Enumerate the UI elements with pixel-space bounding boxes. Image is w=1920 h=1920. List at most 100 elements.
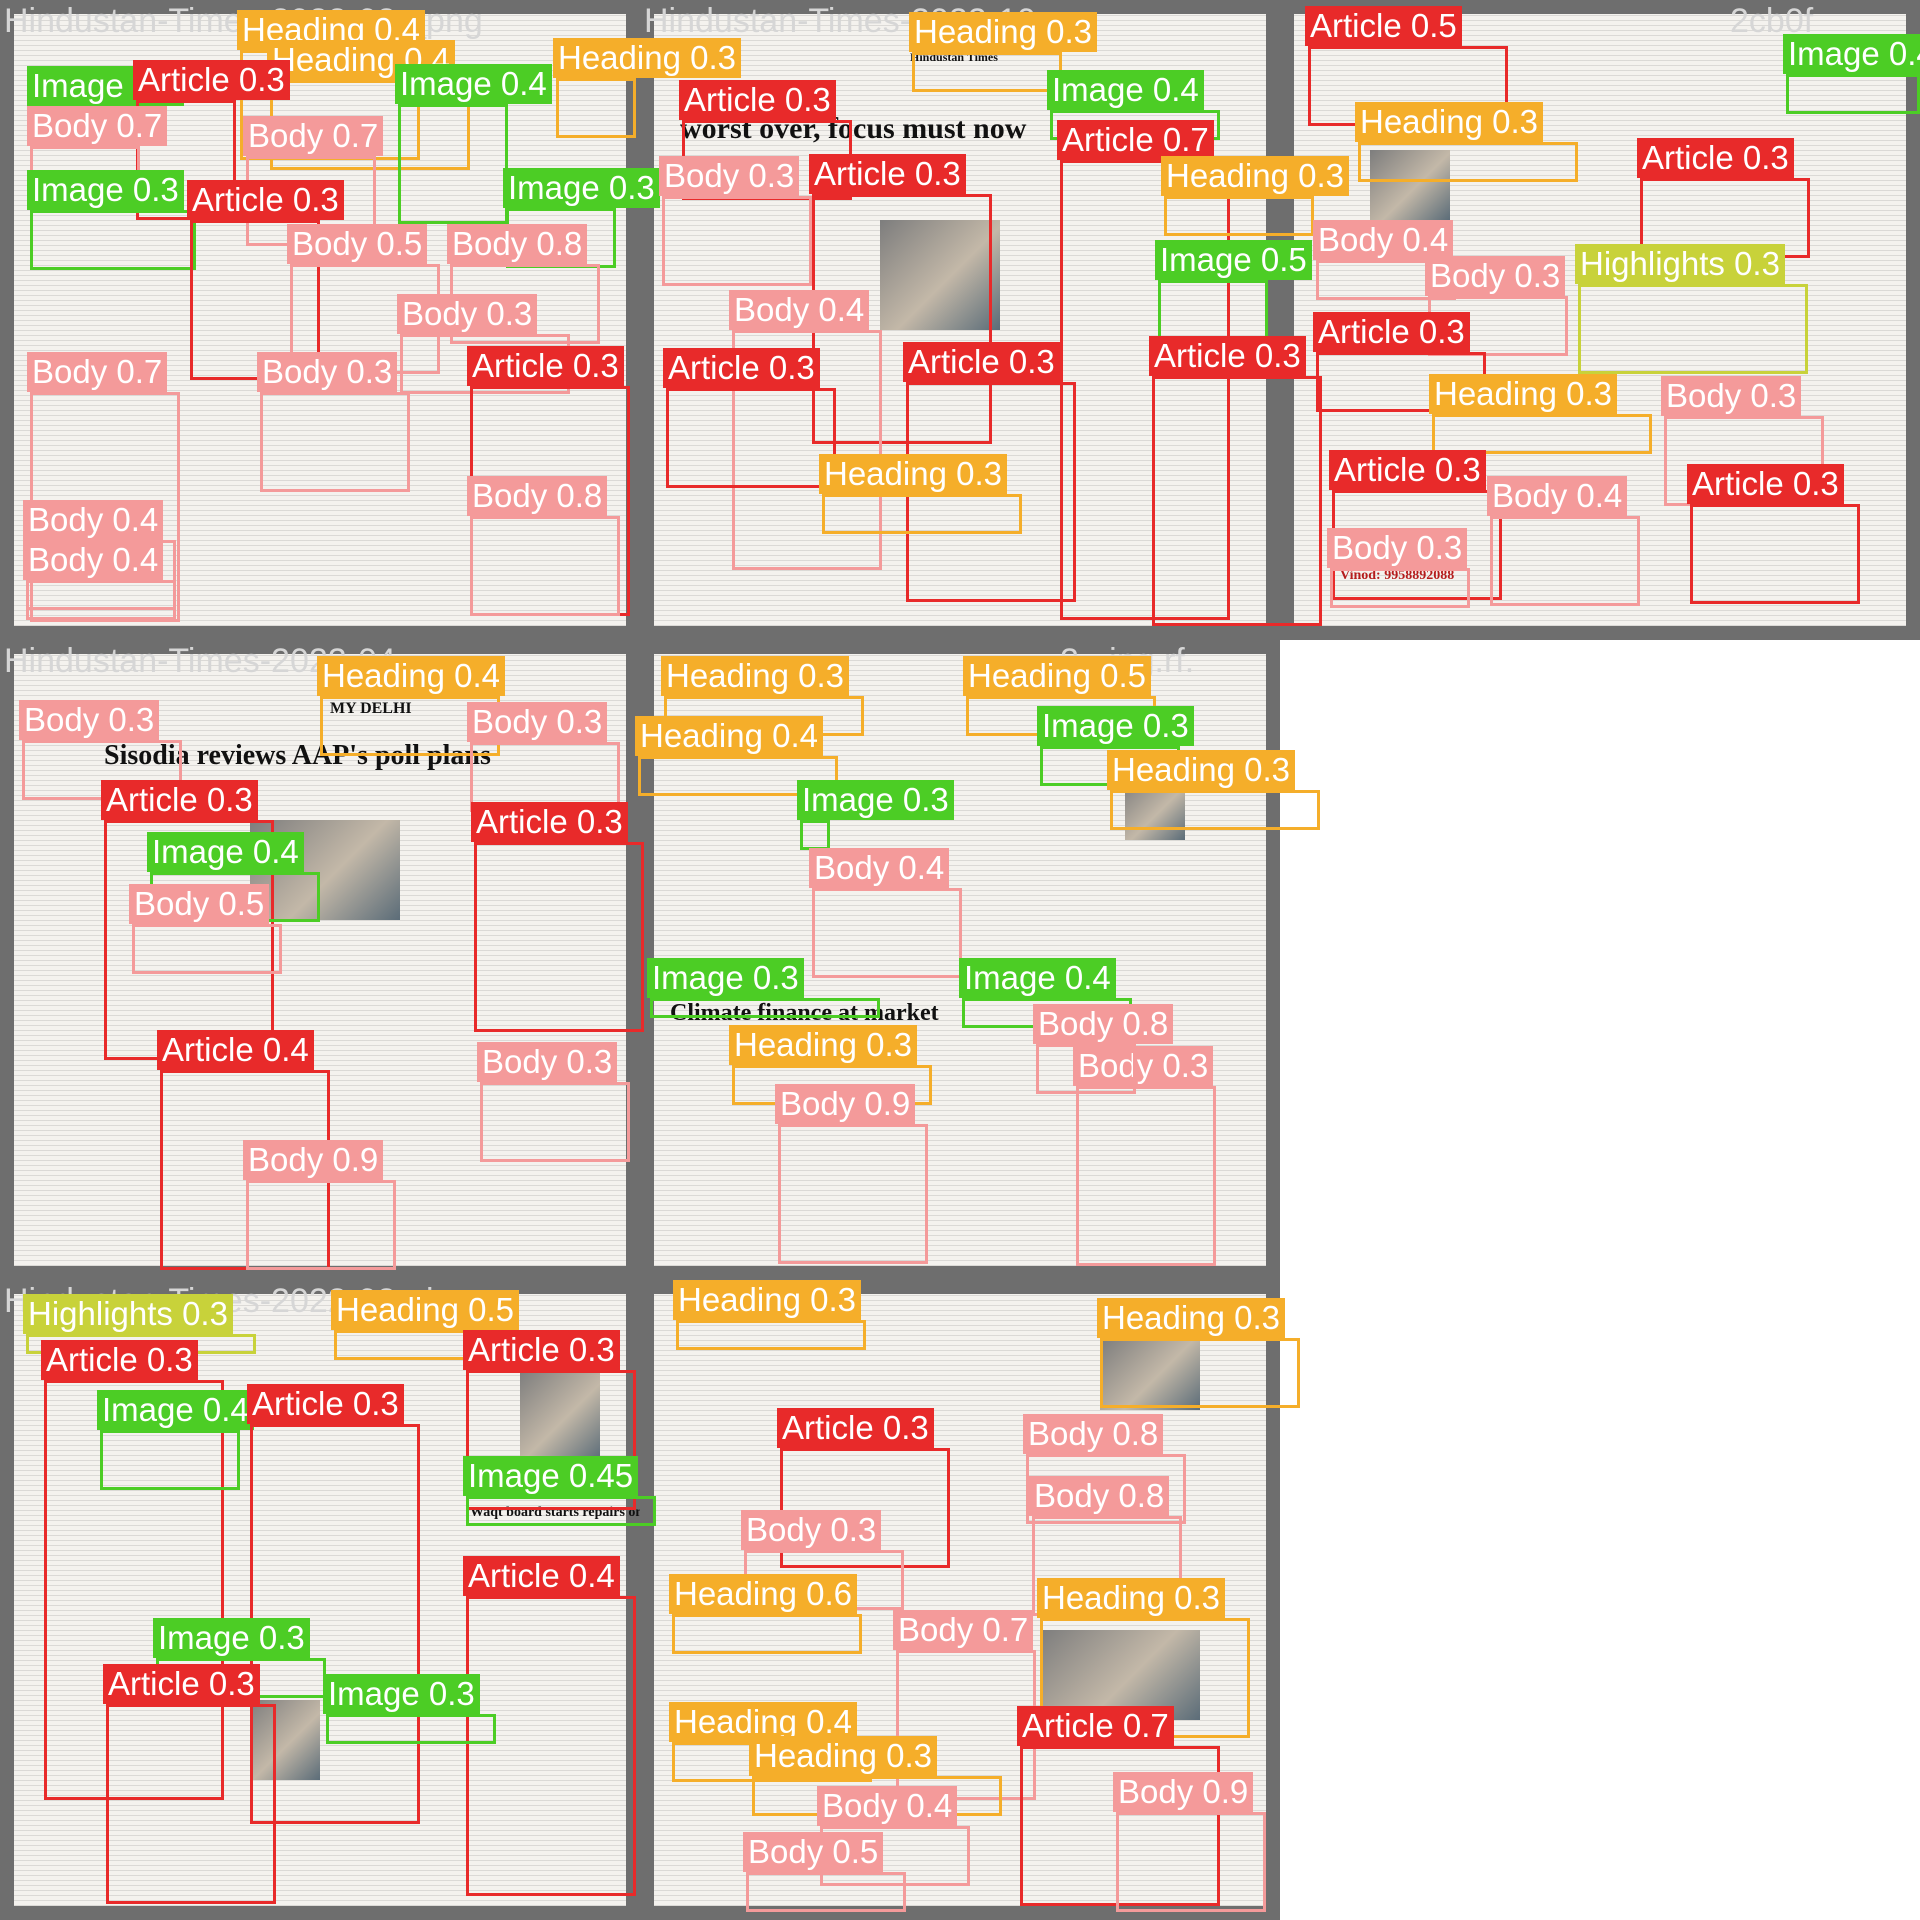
detection-label: Body 0.8 <box>1029 1476 1170 1516</box>
detection-label: Article 0.3 <box>467 346 624 386</box>
detection-label: Heading 0.3 <box>1429 374 1617 414</box>
detection-label: Article 0.3 <box>187 180 344 220</box>
detection-label: Body 0.3 <box>659 156 800 196</box>
detection-label: Heading 0.3 <box>1161 156 1349 196</box>
detection-label: Image 0.3 <box>797 780 954 820</box>
detection-label: Image 0.4 <box>1047 70 1204 110</box>
detection-label: Article 0.3 <box>679 80 836 120</box>
detection-label: Body 0.9 <box>775 1084 916 1124</box>
detection-label: Article 0.3 <box>133 60 290 100</box>
detection-label: Image 0.4 <box>147 832 304 872</box>
detection-label: Body 0.4 <box>1487 476 1628 516</box>
detection-box: Image 0.3 <box>27 170 196 270</box>
detection-label: Image 0.3 <box>153 1618 310 1658</box>
detection-label: Image 0.3 <box>27 170 184 210</box>
detection-label: Body 0.3 <box>741 1510 882 1550</box>
detection-box: Heading 0.3 <box>1355 102 1578 182</box>
detection-label: Body 0.3 <box>467 702 608 742</box>
detection-box: Image 0.45 <box>463 1456 656 1526</box>
detection-box: Heading 0.3 <box>553 38 741 138</box>
detection-label: Article 0.7 <box>1057 120 1214 160</box>
detection-box: Heading 0.3 <box>1107 750 1320 830</box>
detection-box: Image 0.4 <box>97 1390 254 1490</box>
detection-label: Image 0.4 <box>959 958 1116 998</box>
detection-box: Body 0.3 <box>477 1042 630 1162</box>
detection-label: Image 0.4 <box>97 1390 254 1430</box>
detection-label: Article 0.3 <box>903 342 1060 382</box>
detection-label: Heading 0.3 <box>729 1025 917 1065</box>
detection-box: Image 0.3 <box>647 958 880 1018</box>
detection-label: Highlights 0.3 <box>23 1294 233 1334</box>
detection-label: Highlights 0.3 <box>1575 244 1785 284</box>
detection-label: Body 0.3 <box>397 294 538 334</box>
detection-box: Article 0.3 <box>103 1664 276 1904</box>
detection-label: Body 0.3 <box>1661 376 1802 416</box>
detection-label: Heading 0.3 <box>1037 1578 1225 1618</box>
detection-label: Body 0.3 <box>19 700 160 740</box>
detection-box: Image 0.4 <box>1783 34 1920 114</box>
detection-label: Body 0.7 <box>243 116 384 156</box>
detection-box: Heading 0.3 <box>819 454 1022 534</box>
detection-label: Body 0.8 <box>447 224 588 264</box>
detection-box: Article 0.3 <box>1687 464 1860 604</box>
detection-label: Heading 0.3 <box>673 1280 861 1320</box>
detection-label: Heading 0.3 <box>1355 102 1543 142</box>
detection-label: Article 0.3 <box>1313 312 1470 352</box>
detection-label: Article 0.3 <box>1149 336 1306 376</box>
detection-label: Image 0.4 <box>395 64 552 104</box>
detection-label: Body 0.9 <box>1113 1772 1254 1812</box>
detection-box: Body 0.3 <box>1073 1046 1216 1266</box>
detection-label: Article 0.3 <box>103 1664 260 1704</box>
detection-box: Heading 0.6 <box>669 1574 862 1654</box>
detection-label: Heading 0.3 <box>909 12 1097 52</box>
detection-label: Body 0.5 <box>287 224 428 264</box>
detection-label: Body 0.4 <box>817 1786 958 1826</box>
detection-box: Article 0.3 <box>1149 336 1322 626</box>
detection-label: Article 0.3 <box>41 1340 198 1380</box>
detection-box: Body 0.3 <box>1327 528 1470 608</box>
detection-label: Article 0.3 <box>777 1408 934 1448</box>
detection-label: Article 0.3 <box>1687 464 1844 504</box>
detection-label: Heading 0.4 <box>317 656 505 696</box>
detection-label: Image 0.3 <box>503 168 660 208</box>
detection-label: Body 0.3 <box>257 352 398 392</box>
detection-label: Body 0.4 <box>1313 220 1454 260</box>
detection-label: Heading 0.3 <box>661 656 849 696</box>
detection-box: Body 0.4 <box>23 540 176 620</box>
detection-label: Article 0.3 <box>809 154 966 194</box>
detection-label: Body 0.7 <box>893 1610 1034 1650</box>
detection-label: Heading 0.3 <box>553 38 741 78</box>
detection-box: Body 0.5 <box>743 1832 906 1912</box>
detection-label: Article 0.3 <box>471 802 628 842</box>
detection-label: Body 0.7 <box>27 352 168 392</box>
detection-box: Highlights 0.3 <box>1575 244 1808 374</box>
detection-box: Body 0.8 <box>1033 1004 1174 1094</box>
detection-box: Article 0.3 <box>663 348 836 488</box>
detection-label: Image 0.3 <box>1037 706 1194 746</box>
detection-label: Article 0.3 <box>247 1384 404 1424</box>
detection-box: Article 0.4 <box>463 1556 636 1896</box>
detection-label: Article 0.3 <box>101 780 258 820</box>
detection-label: Body 0.8 <box>1033 1004 1174 1044</box>
detection-box: Body 0.5 <box>129 884 282 974</box>
detection-label: Body 0.5 <box>743 1832 884 1872</box>
detection-label: Article 0.4 <box>157 1030 314 1070</box>
detection-label: Image 0.45 <box>463 1456 639 1496</box>
detection-label: Article 0.3 <box>1329 450 1486 490</box>
detection-label: Heading 0.3 <box>1107 750 1295 790</box>
detection-box: Article 0.3 <box>471 802 644 1032</box>
detection-label: Heading 0.5 <box>963 656 1151 696</box>
detection-label: Article 0.3 <box>463 1330 620 1370</box>
detection-box: Body 0.9 <box>243 1140 396 1270</box>
detection-label: Body 0.5 <box>129 884 270 924</box>
detection-label: Article 0.5 <box>1305 6 1462 46</box>
detection-label: Body 0.4 <box>809 848 950 888</box>
detection-label: Heading 0.5 <box>331 1290 519 1330</box>
detection-box: Image 0.3 <box>323 1674 496 1744</box>
detection-label: Article 0.7 <box>1017 1706 1174 1746</box>
detection-label: Heading 0.6 <box>669 1574 857 1614</box>
detection-label: Body 0.4 <box>23 500 164 540</box>
detection-label: Body 0.8 <box>1023 1414 1164 1454</box>
detection-box: Body 0.9 <box>775 1084 928 1264</box>
detection-label: Heading 0.3 <box>819 454 1007 494</box>
